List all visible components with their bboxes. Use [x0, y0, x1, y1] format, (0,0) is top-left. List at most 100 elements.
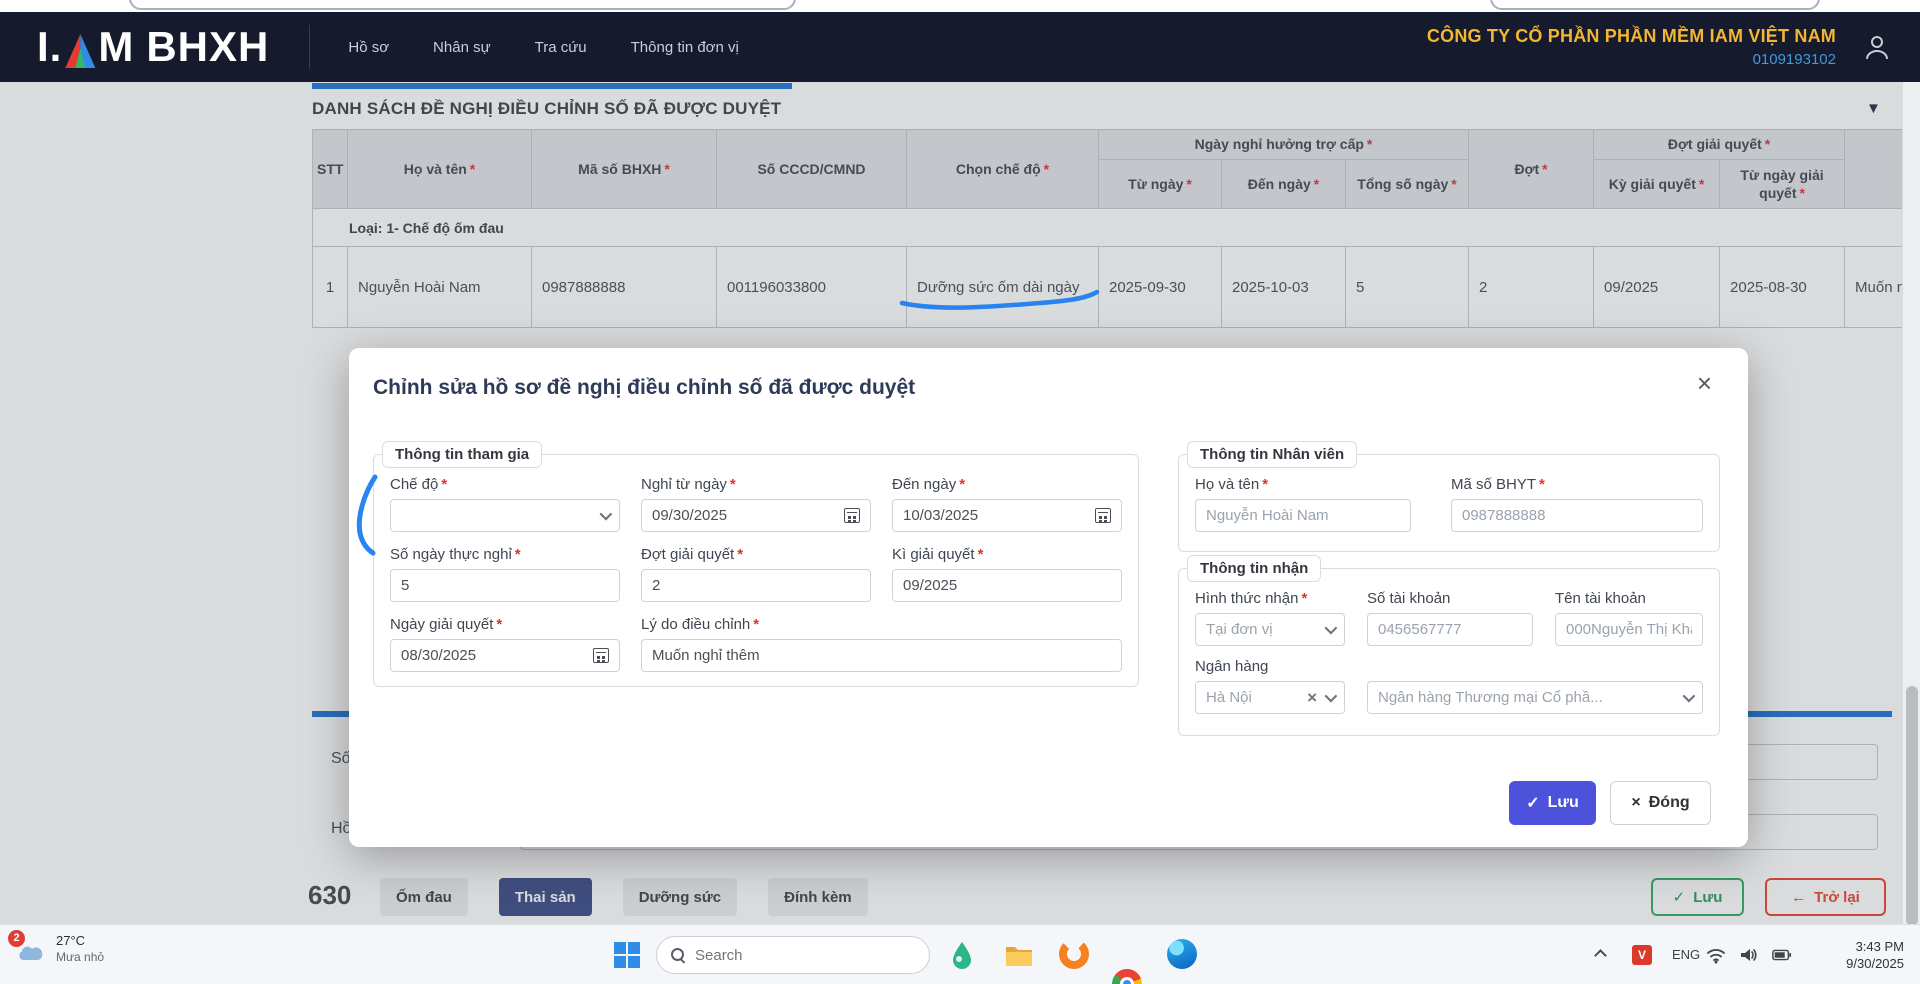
- logo-m: M: [98, 23, 135, 70]
- ly-do-label: Lý do điều chỉnh: [641, 616, 751, 633]
- bank-select[interactable]: Ngân hàng Thương mại Cổ phầ...: [1367, 681, 1703, 714]
- receive-legend: Thông tin nhận: [1187, 555, 1322, 582]
- ma-bhyt-label: Mã số BHYT: [1451, 476, 1537, 493]
- field-ki-giai-quyet: Kì giải quyết *: [892, 546, 1122, 602]
- che-do-label: Chế độ: [390, 476, 439, 493]
- calendar-icon: [593, 648, 609, 663]
- ten-tai-khoan-label: Tên tài khoản: [1555, 590, 1646, 607]
- clear-icon[interactable]: ×: [1307, 688, 1317, 708]
- field-nghi-tu-ngay: Nghỉ từ ngày * 09/30/2025: [641, 476, 871, 532]
- participate-legend: Thông tin tham gia: [382, 441, 543, 468]
- browser-chrome-remnant: [0, 0, 1920, 12]
- field-che-do: Chế độ *: [390, 476, 620, 532]
- tray-time: 3:43 PM: [1855, 939, 1904, 954]
- field-dot-giai-quyet: Đợt giải quyết *: [641, 546, 871, 602]
- field-ly-do: Lý do điều chỉnh *: [641, 616, 1122, 672]
- ki-giai-quyet-input[interactable]: [892, 569, 1122, 602]
- start-button[interactable]: [614, 942, 640, 968]
- weather-desc: Mưa nhỏ: [56, 950, 105, 964]
- che-do-select[interactable]: [390, 499, 620, 532]
- omnibox-remnant: [129, 0, 796, 10]
- so-ngay-label: Số ngày thực nghỉ: [390, 546, 512, 563]
- nav-item-tra-cuu[interactable]: Tra cứu: [513, 29, 609, 66]
- field-ma-bhyt: Mã số BHYT *: [1451, 476, 1703, 532]
- ki-giai-quyet-label: Kì giải quyết: [892, 546, 975, 563]
- company-info: CÔNG TY CỔ PHẦN PHẦN MỀM IAM VIỆT NAM 01…: [1427, 26, 1836, 68]
- screen: I. M BHXH Hồ sơ Nhân sự Tra cứu Thông tin …: [0, 0, 1920, 984]
- volume-icon[interactable]: [1738, 946, 1758, 964]
- nghi-tu-ngay-label: Nghỉ từ ngày: [641, 476, 727, 493]
- close-button[interactable]: × Đóng: [1610, 781, 1711, 825]
- tray-chevron-up-icon[interactable]: [1594, 949, 1607, 962]
- field-ngay-giai-quyet: Ngày giải quyết * 08/30/2025: [390, 616, 620, 672]
- chevron-down-icon: [599, 507, 613, 521]
- windows-taskbar: 2 27°C Mưa nhỏ Zalo: [0, 924, 1920, 984]
- taskbar-clock[interactable]: 3:43 PM 9/30/2025: [1846, 938, 1904, 972]
- weather-temp: 27°C: [56, 933, 86, 948]
- nghi-tu-ngay-date-input[interactable]: 09/30/2025: [641, 499, 871, 532]
- check-icon: ✓: [1526, 795, 1540, 812]
- so-ngay-input[interactable]: [390, 569, 620, 602]
- app-header: I. M BHXH Hồ sơ Nhân sự Tra cứu Thông tin …: [0, 12, 1920, 82]
- notification-badge: 2: [8, 929, 25, 947]
- chrome-icon[interactable]: [1112, 969, 1142, 984]
- language-indicator[interactable]: ENG: [1672, 947, 1700, 962]
- den-ngay-label: Đến ngày: [892, 476, 957, 493]
- vietnamese-ime-icon[interactable]: V: [1632, 945, 1652, 965]
- bank-branch-select[interactable]: Hà Nội ×: [1195, 681, 1345, 714]
- modal-title: Chỉnh sửa hồ sơ đề nghị điều chỉnh số đã…: [373, 376, 916, 399]
- ly-do-input[interactable]: [641, 639, 1122, 672]
- omnibox-remnant-right: [1490, 0, 1820, 10]
- vertical-scrollbar: [1902, 82, 1920, 926]
- edge-icon[interactable]: [1167, 939, 1197, 969]
- file-explorer-icon[interactable]: [1003, 939, 1035, 971]
- user-account-icon[interactable]: [1862, 32, 1892, 62]
- search-icon: [671, 948, 685, 962]
- employee-legend: Thông tin Nhân viên: [1187, 441, 1358, 468]
- scrollbar-thumb[interactable]: [1906, 686, 1918, 926]
- ten-tai-khoan-input[interactable]: [1555, 613, 1703, 646]
- field-den-ngay: Đến ngày * 10/03/2025: [892, 476, 1122, 532]
- ho-ten-label: Họ và tên: [1195, 476, 1260, 493]
- weather-widget[interactable]: 2 27°C Mưa nhỏ: [8, 929, 105, 964]
- c-ring-app-icon[interactable]: [1059, 939, 1089, 969]
- company-code: 0109193102: [1752, 51, 1836, 68]
- ngan-hang-label: Ngân hàng: [1195, 658, 1269, 675]
- logo-i: I: [37, 23, 50, 70]
- ma-bhyt-input[interactable]: [1451, 499, 1703, 532]
- chevron-down-icon: [1682, 689, 1696, 703]
- close-icon[interactable]: ×: [1697, 370, 1712, 396]
- nav-item-ho-so[interactable]: Hồ sơ: [326, 29, 411, 66]
- field-hinh-thuc-nhan: Hình thức nhận * Tại đơn vị: [1195, 590, 1345, 646]
- company-name: CÔNG TY CỔ PHẦN PHẦN MỀM IAM VIỆT NAM: [1426, 26, 1836, 46]
- den-ngay-date-input[interactable]: 10/03/2025: [892, 499, 1122, 532]
- dot-giai-quyet-label: Đợt giải quyết: [641, 546, 735, 563]
- field-ho-ten: Họ và tên *: [1195, 476, 1411, 532]
- close-x-icon: ×: [1631, 794, 1641, 811]
- drop-app-icon[interactable]: [946, 939, 978, 971]
- field-ten-tai-khoan: Tên tài khoản: [1555, 590, 1703, 646]
- taskbar-search[interactable]: [656, 936, 930, 974]
- search-input[interactable]: [695, 946, 915, 964]
- ngay-giai-quyet-date-input[interactable]: 08/30/2025: [390, 639, 620, 672]
- chevron-down-icon: [1324, 621, 1338, 635]
- nav-item-thong-tin-don-vi[interactable]: Thông tin đơn vị: [609, 29, 761, 66]
- so-tai-khoan-input[interactable]: [1367, 613, 1533, 646]
- logo-dot: .: [49, 23, 63, 70]
- wifi-icon[interactable]: [1706, 946, 1726, 964]
- ho-ten-input[interactable]: [1195, 499, 1411, 532]
- edit-approved-record-modal: Chỉnh sửa hồ sơ đề nghị điều chỉnh số đã…: [349, 348, 1748, 847]
- so-tai-khoan-label: Số tài khoản: [1367, 590, 1451, 607]
- field-so-tai-khoan: Số tài khoản: [1367, 590, 1533, 646]
- calendar-icon: [1095, 508, 1111, 523]
- save-button[interactable]: ✓ Lưu: [1509, 781, 1596, 825]
- receive-fieldset: Thông tin nhận Hình thức nhận * Tại đơn v…: [1178, 555, 1720, 736]
- battery-icon[interactable]: [1772, 946, 1792, 964]
- dot-giai-quyet-input[interactable]: [641, 569, 871, 602]
- nav-item-nhan-su[interactable]: Nhân sự: [411, 29, 513, 66]
- main-nav: Hồ sơ Nhân sự Tra cứu Thông tin đơn vị: [309, 25, 761, 69]
- employee-fieldset: Thông tin Nhân viên Họ và tên* Mã số BHY…: [1178, 441, 1720, 552]
- logo-suffix: BHXH: [146, 23, 270, 70]
- hinh-thuc-nhan-select[interactable]: Tại đơn vị: [1195, 613, 1345, 646]
- app-logo[interactable]: I. M BHXH: [37, 26, 269, 68]
